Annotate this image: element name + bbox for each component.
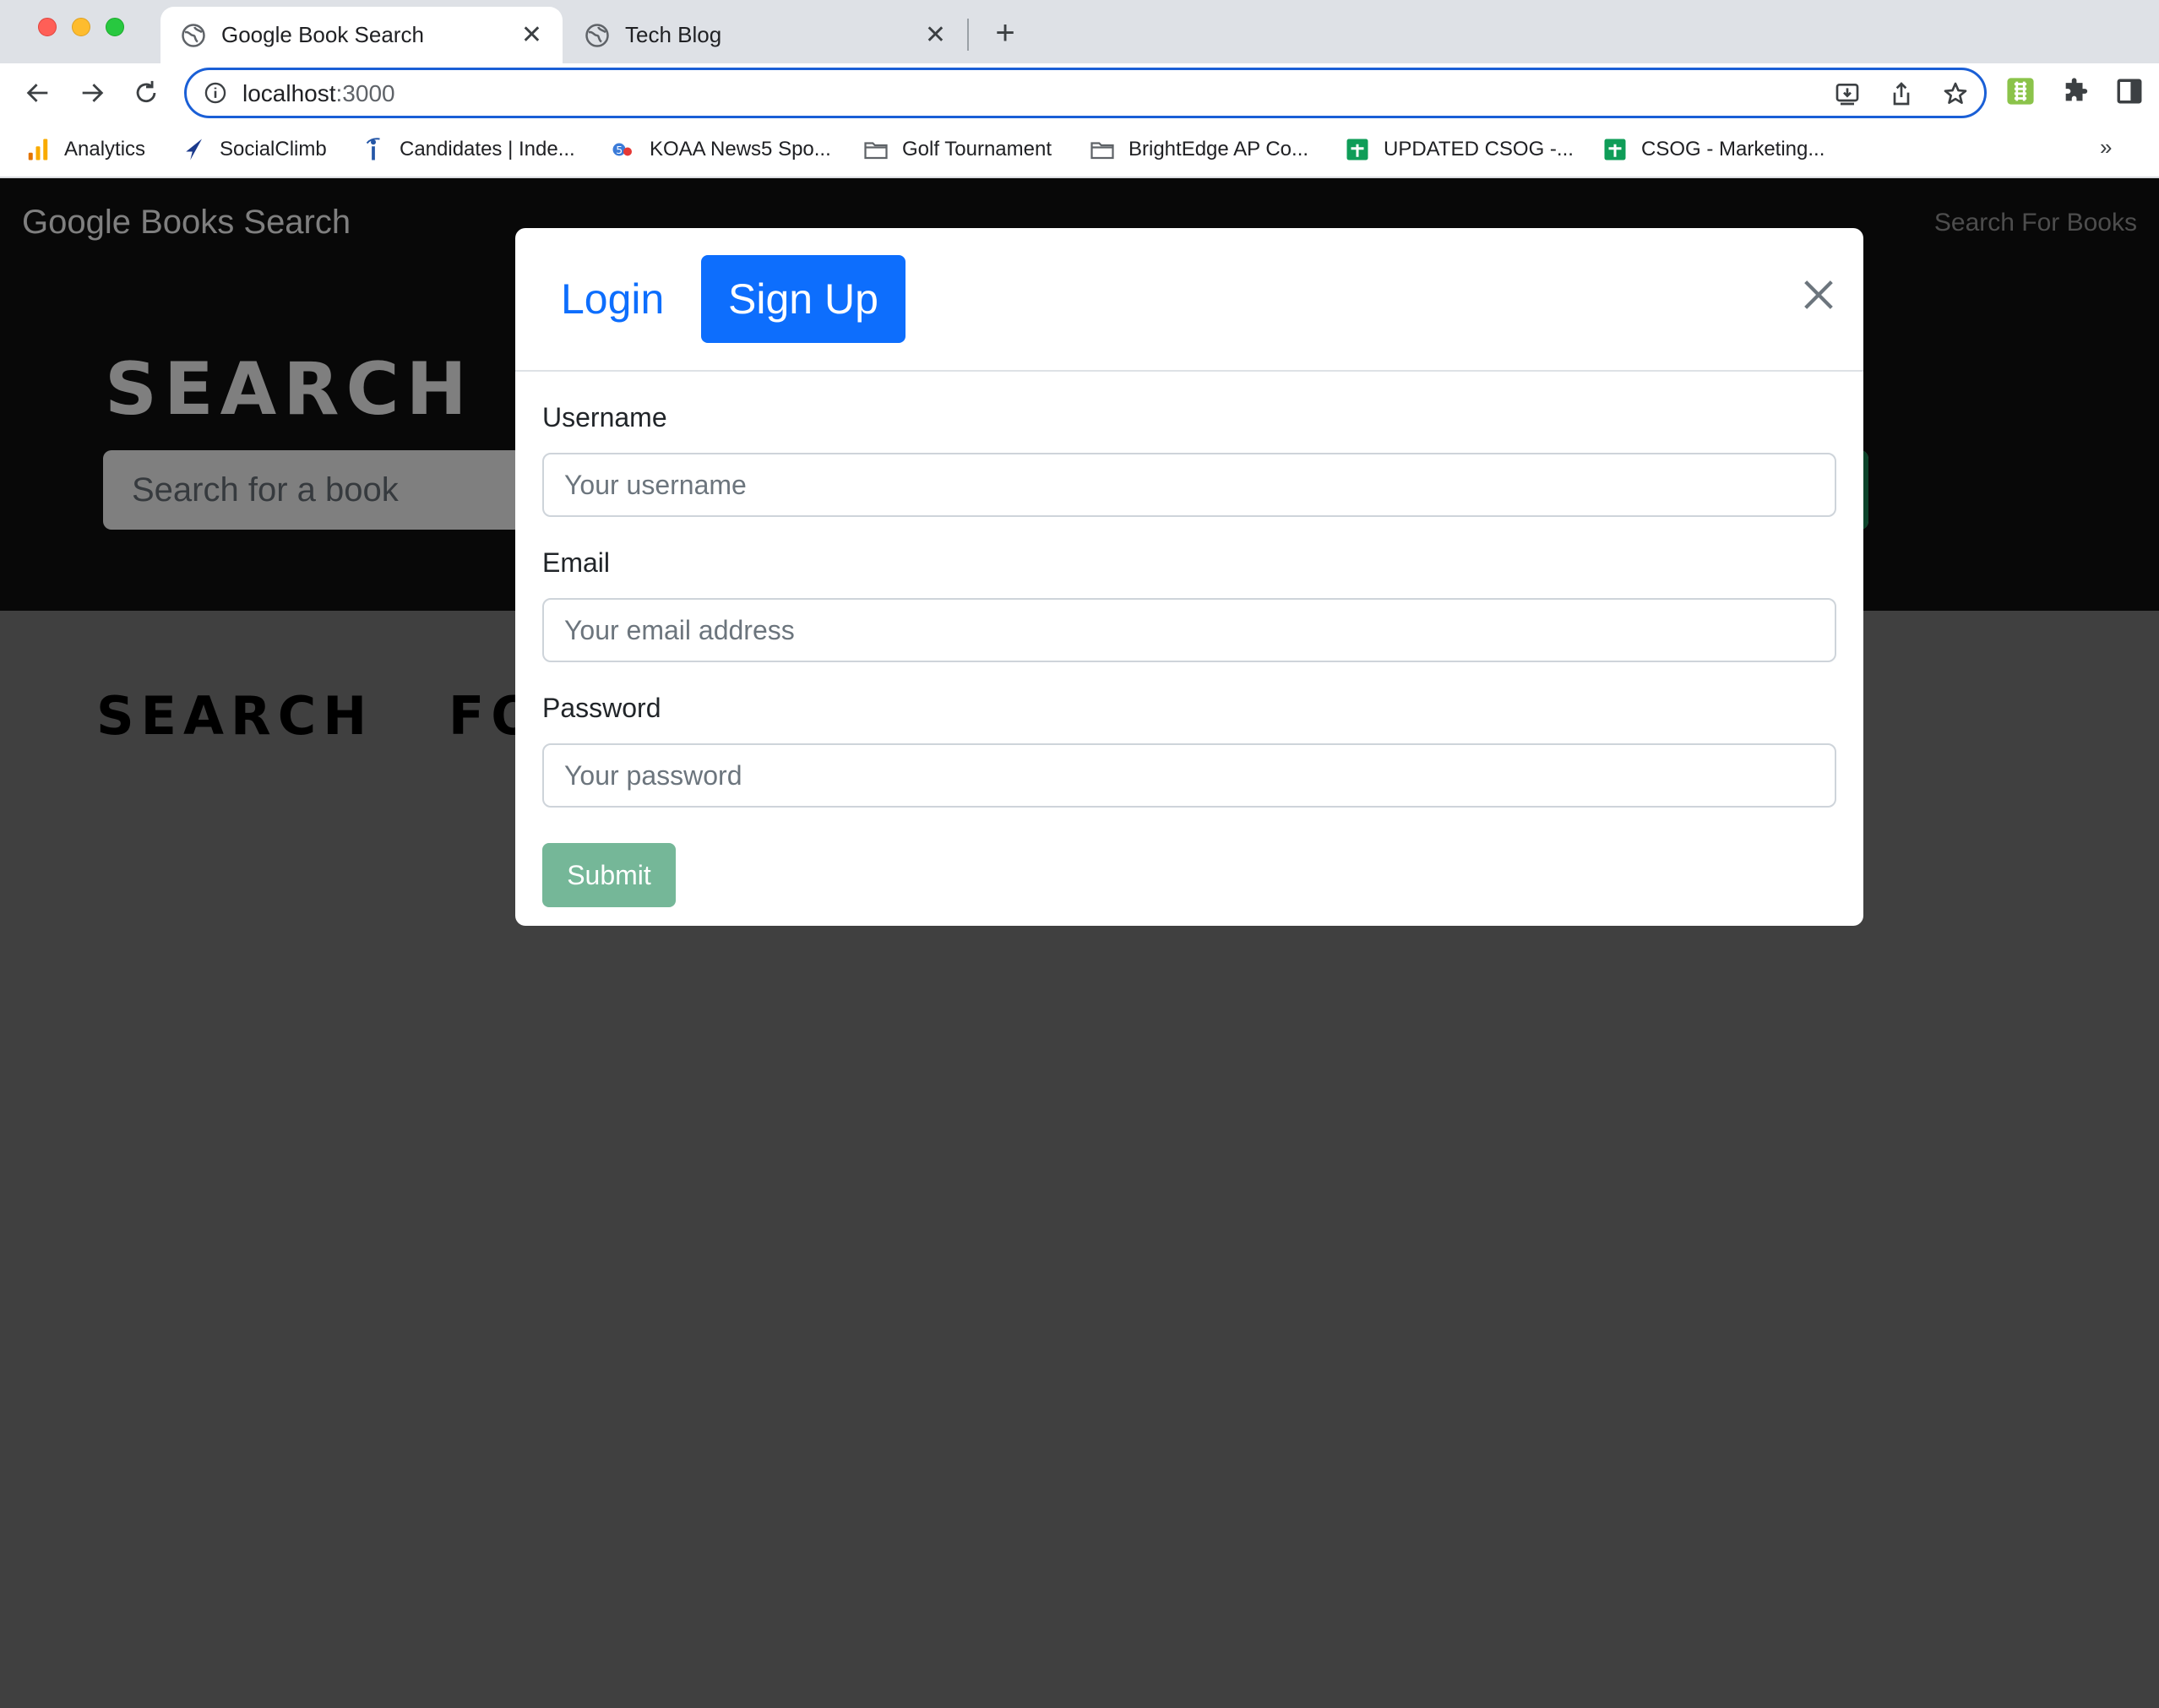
svg-text:5: 5 — [616, 144, 623, 156]
analytics-icon — [28, 139, 48, 160]
tab-title: Google Book Search — [221, 22, 424, 47]
arrow-right-icon — [82, 84, 104, 102]
folder-icon — [1090, 142, 1114, 160]
url-text: localhost:3000 — [242, 80, 395, 107]
sheets-icon — [1346, 139, 1368, 160]
indeed-icon — [366, 138, 380, 160]
window-maximize-button[interactable] — [106, 18, 124, 36]
globe-icon — [182, 23, 205, 47]
bookmarks-overflow-button[interactable]: » — [2100, 134, 2112, 160]
bookmark-label: Analytics — [64, 138, 146, 160]
arrow-left-icon — [26, 84, 48, 102]
tab-close-icon[interactable]: ✕ — [925, 22, 946, 48]
bookmarks-bar: Analytics SocialClimb Candidates | Inde.… — [0, 122, 2159, 178]
info-icon[interactable] — [204, 81, 227, 105]
browser-tab-strip: Google Book Search ✕ Tech Blog ✕ + — [0, 0, 2159, 63]
password-field[interactable]: Your password — [542, 743, 1836, 808]
tab-google-book-search[interactable]: Google Book Search ✕ — [160, 7, 563, 63]
bookmark-label: Golf Tournament — [902, 138, 1052, 160]
sheets-icon — [1604, 139, 1626, 160]
bookmark-label: UPDATED CSOG -... — [1384, 138, 1574, 160]
reload-button[interactable] — [127, 73, 166, 112]
bookmark-updated-csog[interactable]: UPDATED CSOG -... — [1345, 133, 1574, 166]
url-host: localhost — [242, 80, 336, 106]
bookmark-csog-marketing[interactable]: CSOG - Marketing... — [1602, 133, 1825, 166]
username-field[interactable]: Your username — [542, 453, 1836, 517]
url-port: :3000 — [335, 80, 395, 106]
socialclimb-icon — [186, 139, 202, 160]
tab-tech-blog[interactable]: Tech Blog ✕ — [564, 7, 966, 63]
extension-grid-icon[interactable] — [2006, 77, 2035, 106]
page-viewport: Google Books Search Search For Books SEA… — [0, 178, 2159, 1708]
browser-toolbar: localhost:3000 — [0, 63, 2159, 122]
tab-title: Tech Blog — [625, 22, 722, 47]
koaa-icon: 5 — [612, 143, 632, 156]
bookmark-folder-brightedge[interactable]: BrightEdge AP Co... — [1090, 133, 1308, 166]
tab-login[interactable]: Login — [534, 255, 691, 343]
reload-icon — [136, 80, 156, 103]
window-minimize-button[interactable] — [72, 18, 90, 36]
back-button[interactable] — [19, 73, 57, 112]
bookmark-label: BrightEdge AP Co... — [1128, 138, 1309, 160]
submit-button[interactable]: Submit — [542, 843, 676, 907]
tab-separator — [967, 19, 969, 51]
bookmark-label: KOAA News5 Spo... — [650, 138, 831, 160]
share-icon[interactable] — [1888, 80, 1915, 107]
username-label: Username — [542, 402, 667, 432]
install-icon[interactable] — [1834, 80, 1861, 107]
close-icon[interactable] — [1799, 275, 1838, 314]
bookmark-socialclimb[interactable]: SocialClimb — [181, 133, 327, 166]
puzzle-icon[interactable] — [2061, 77, 2090, 106]
bookmark-analytics[interactable]: Analytics — [25, 133, 145, 166]
address-bar[interactable]: localhost:3000 — [184, 68, 1987, 118]
email-label: Email — [542, 547, 611, 578]
folder-icon — [864, 142, 888, 160]
email-field[interactable]: Your email address — [542, 598, 1836, 662]
star-icon[interactable] — [1942, 80, 1969, 107]
forward-button[interactable] — [73, 73, 111, 112]
tab-close-icon[interactable]: ✕ — [521, 22, 542, 48]
bookmark-label: Candidates | Inde... — [400, 138, 575, 160]
password-label: Password — [542, 693, 661, 723]
new-tab-button[interactable]: + — [988, 12, 1022, 54]
bookmark-label: CSOG - Marketing... — [1641, 138, 1825, 160]
auth-modal: Login Sign Up Username Your username Ema… — [515, 228, 1863, 926]
window-close-button[interactable] — [38, 18, 57, 36]
tab-signup[interactable]: Sign Up — [701, 255, 905, 343]
globe-icon — [585, 23, 609, 47]
bookmark-candidates[interactable]: Candidates | Inde... — [361, 133, 575, 166]
side-panel-icon[interactable] — [2115, 77, 2144, 106]
modal-header: Login Sign Up — [515, 228, 1863, 372]
bookmark-label: SocialClimb — [220, 138, 327, 160]
bookmark-koaa-news5[interactable]: 5 KOAA News5 Spo... — [611, 133, 831, 166]
bookmark-folder-golf-tournament[interactable]: Golf Tournament — [863, 133, 1052, 166]
